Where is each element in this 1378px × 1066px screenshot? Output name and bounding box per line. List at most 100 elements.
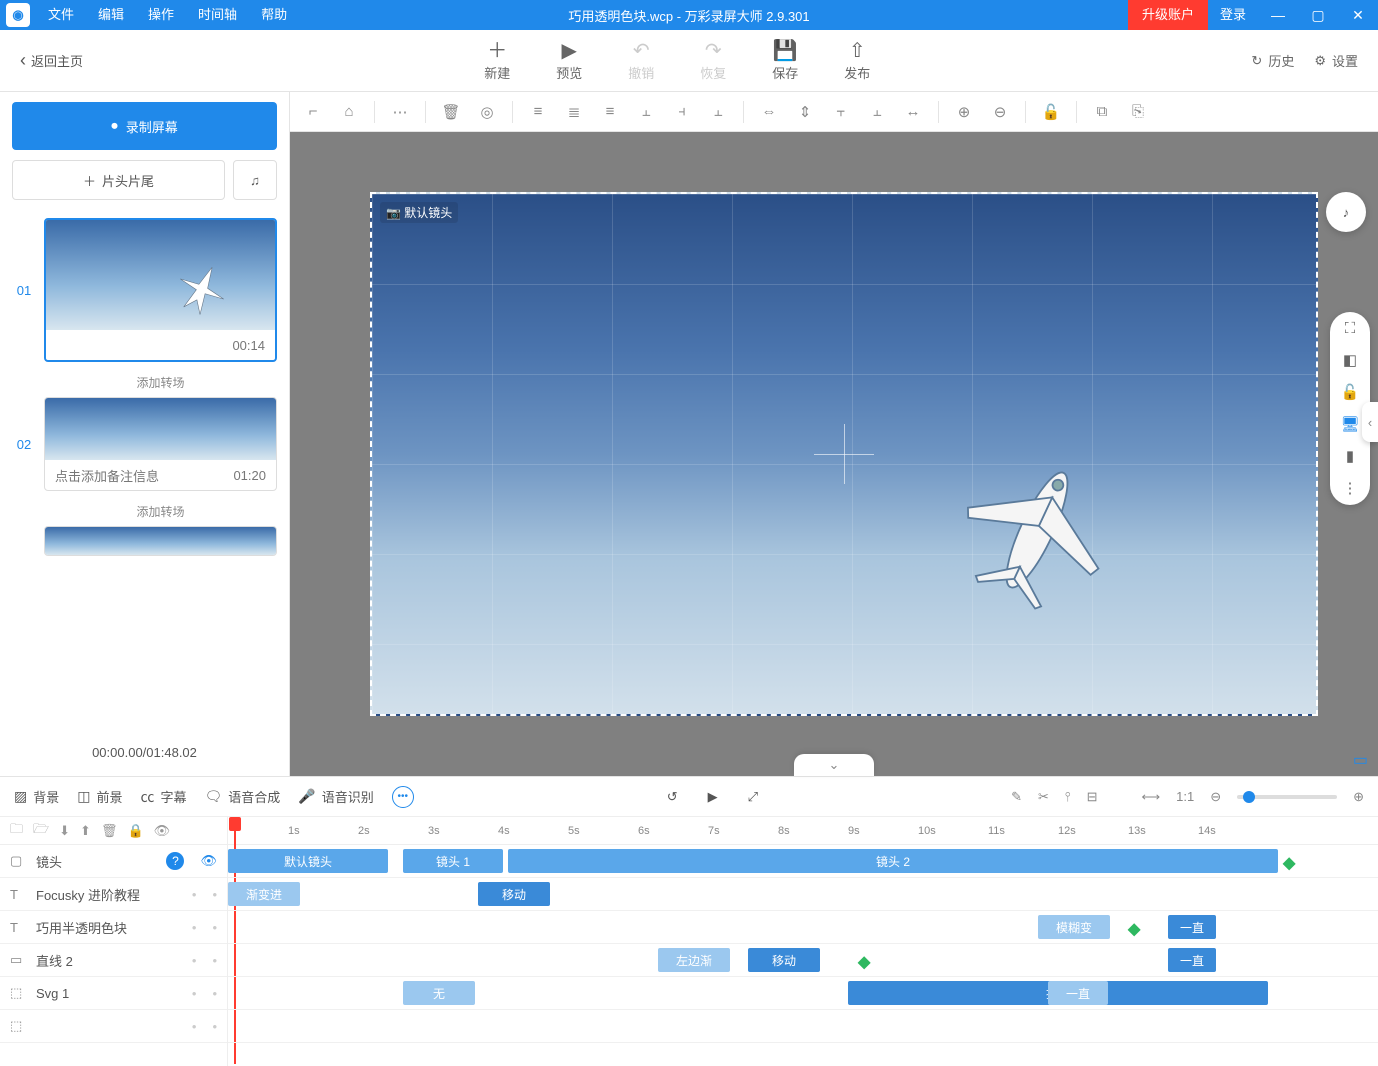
canvas-frame[interactable]: 默认镜头 (370, 192, 1318, 716)
align-b-icon[interactable]: ⫠ (866, 101, 888, 123)
expand-icon[interactable]: ⤢ (748, 789, 758, 805)
maximize-icon[interactable]: ▢ (1298, 0, 1338, 30)
distribute-v-icon[interactable]: ⇕ (794, 101, 816, 123)
tab-background[interactable]: ▨背景 (14, 787, 59, 806)
delete-icon[interactable]: 🗑 (101, 823, 118, 839)
timeline-track[interactable]: 无摇匀一直 (228, 977, 1378, 1010)
unlock-icon[interactable]: 🔓 (1341, 383, 1360, 401)
timeline-track[interactable] (228, 1010, 1378, 1043)
spacing-icon[interactable]: ↔ (902, 101, 924, 123)
distribute-h-icon[interactable]: ⇔ (758, 101, 780, 123)
add-keyframe-icon[interactable]: ◆ (1283, 853, 1295, 873)
timeline-ruler[interactable]: 1s2s3s4s5s6s7s8s9s10s11s12s13s14s (228, 817, 1378, 845)
tab-subtitle[interactable]: ㏄字幕 (141, 787, 187, 807)
timeline-track[interactable]: 渐变进 移动 (228, 878, 1378, 911)
record-screen-button[interactable]: ⏺录制屏幕 (12, 102, 277, 150)
track-name-row[interactable]: ▢镜头?👁 (0, 845, 227, 878)
target-icon[interactable]: ◎ (476, 101, 498, 123)
paste-icon[interactable]: ⎘ (1127, 101, 1149, 123)
download-icon[interactable]: ⬇ (59, 823, 70, 839)
help-icon[interactable]: ? (166, 852, 184, 870)
timeline-clip[interactable]: 渐变进 (228, 882, 300, 906)
more-icon[interactable]: ⋯ (389, 101, 411, 123)
close-icon[interactable]: ✕ (1338, 0, 1378, 30)
timeline-clip[interactable]: 移动 (478, 882, 550, 906)
timeline-clip[interactable]: 移动 (748, 948, 820, 972)
eye-icon[interactable]: 👁 (200, 853, 217, 869)
timeline-track[interactable]: 模糊变 一直 ◆ (228, 911, 1378, 944)
scene-card[interactable] (44, 526, 277, 556)
menu-help[interactable]: 帮助 (249, 0, 299, 30)
eraser-icon[interactable]: ◧ (1343, 351, 1357, 369)
track-name-row[interactable]: T巧用半透明色块•• (0, 911, 227, 944)
toolbar-发布-button[interactable]: ⇧发布 (829, 39, 885, 82)
track-name-row[interactable]: ⬚•• (0, 1010, 227, 1043)
timeline-clip[interactable]: 无 (403, 981, 475, 1005)
add-keyframe-icon[interactable]: ◆ (858, 952, 870, 972)
scene-card[interactable]: 点击添加备注信息01:20 (44, 397, 277, 491)
visibility-icon[interactable]: 👁 (154, 823, 171, 839)
home-icon[interactable]: ⌂ (338, 101, 360, 123)
toolbar-新建-button[interactable]: ＋新建 (469, 39, 525, 82)
copy-icon[interactable]: ⧉ (1091, 101, 1113, 123)
align-center-icon[interactable]: ≣ (563, 101, 585, 123)
track-name-row[interactable]: TFocusky 进阶教程•• (0, 878, 227, 911)
fit-icon[interactable]: ⟷ (1141, 789, 1160, 805)
align-right-icon[interactable]: ≡ (599, 101, 621, 123)
timeline-clip[interactable]: 镜头 2 (508, 849, 1278, 873)
login-button[interactable]: 登录 (1208, 0, 1258, 30)
toolbar-保存-button[interactable]: 💾保存 (757, 39, 813, 82)
timeline-clip[interactable]: 模糊变 (1038, 915, 1110, 939)
rewind-icon[interactable]: ↺ (667, 789, 678, 805)
history-button[interactable]: ↻历史 (1251, 51, 1294, 70)
menu-file[interactable]: 文件 (36, 0, 86, 30)
zoom-out-icon[interactable]: ⊖ (989, 101, 1011, 123)
upload-icon[interactable]: ⬆ (80, 823, 91, 839)
back-button[interactable]: 返回主页 (0, 50, 103, 71)
fullscreen-icon[interactable]: ⛶ (1345, 320, 1356, 337)
add-transition[interactable]: 添加转场 (44, 368, 277, 397)
tab-foreground[interactable]: ◫前景 (77, 787, 122, 806)
toolbar-预览-button[interactable]: ▶预览 (541, 39, 597, 82)
folder-icon[interactable]: 🗀 (10, 820, 23, 842)
timeline-clip[interactable]: 一直 (1168, 915, 1216, 939)
menu-timeline[interactable]: 时间轴 (186, 0, 249, 30)
minimize-icon[interactable]: — (1258, 0, 1298, 30)
settings-button[interactable]: ⚙设置 (1314, 51, 1358, 70)
display-mode-icon[interactable]: ▭ (1353, 750, 1368, 770)
zoom-out-timeline-icon[interactable]: ⊖ (1210, 789, 1221, 805)
align-left-icon[interactable]: ≡ (527, 101, 549, 123)
trash-icon[interactable]: 🗑 (440, 101, 462, 123)
mobile-icon[interactable]: ▮ (1346, 447, 1354, 465)
align-t-icon[interactable]: ⫟ (830, 101, 852, 123)
scene-note[interactable]: 点击添加备注信息 (55, 466, 159, 485)
align-bottom-icon[interactable]: ⫠ (707, 101, 729, 123)
add-transition[interactable]: 添加转场 (44, 497, 277, 526)
music-button[interactable]: ♫ (233, 160, 277, 200)
tab-asr[interactable]: 🎤语音识别 (298, 787, 373, 806)
adjust-icon[interactable]: ⊟ (1087, 789, 1098, 805)
folder-add-icon[interactable]: 🗁 (33, 820, 49, 842)
filter-icon[interactable]: ⫯ (1065, 789, 1071, 805)
panel-collapse-button[interactable]: ‹ (1362, 402, 1378, 442)
timeline-clip[interactable]: 左边渐 (658, 948, 730, 972)
timeline-clip[interactable]: 一直 (1168, 948, 1216, 972)
edit-icon[interactable]: ✎ (1011, 789, 1022, 805)
add-keyframe-icon[interactable]: ◆ (1128, 919, 1140, 939)
timeline-clip[interactable]: 一直 (1048, 981, 1108, 1005)
zoom-slider[interactable] (1237, 795, 1337, 799)
cut-icon[interactable]: ✂ (1038, 789, 1049, 805)
zoom-in-timeline-icon[interactable]: ⊕ (1353, 789, 1364, 805)
desktop-icon[interactable]: 🖥 (1340, 415, 1359, 433)
timeline-clip[interactable]: 镜头 1 (403, 849, 503, 873)
play-icon[interactable]: ▶ (708, 789, 718, 805)
more-vert-icon[interactable]: ⋮ (1343, 479, 1358, 497)
lock-track-icon[interactable]: 🔒 (127, 823, 143, 839)
intro-outro-button[interactable]: ＋片头片尾 (12, 160, 225, 200)
timeline-track[interactable]: 默认镜头镜头 1镜头 2◆ (228, 845, 1378, 878)
zoom-in-icon[interactable]: ⊕ (953, 101, 975, 123)
more-tabs-button[interactable]: ••• (392, 786, 414, 808)
lock-icon[interactable]: 🔓 (1040, 101, 1062, 123)
timeline-collapse-button[interactable]: ⌄ (794, 754, 874, 776)
align-middle-icon[interactable]: ⫞ (671, 101, 693, 123)
